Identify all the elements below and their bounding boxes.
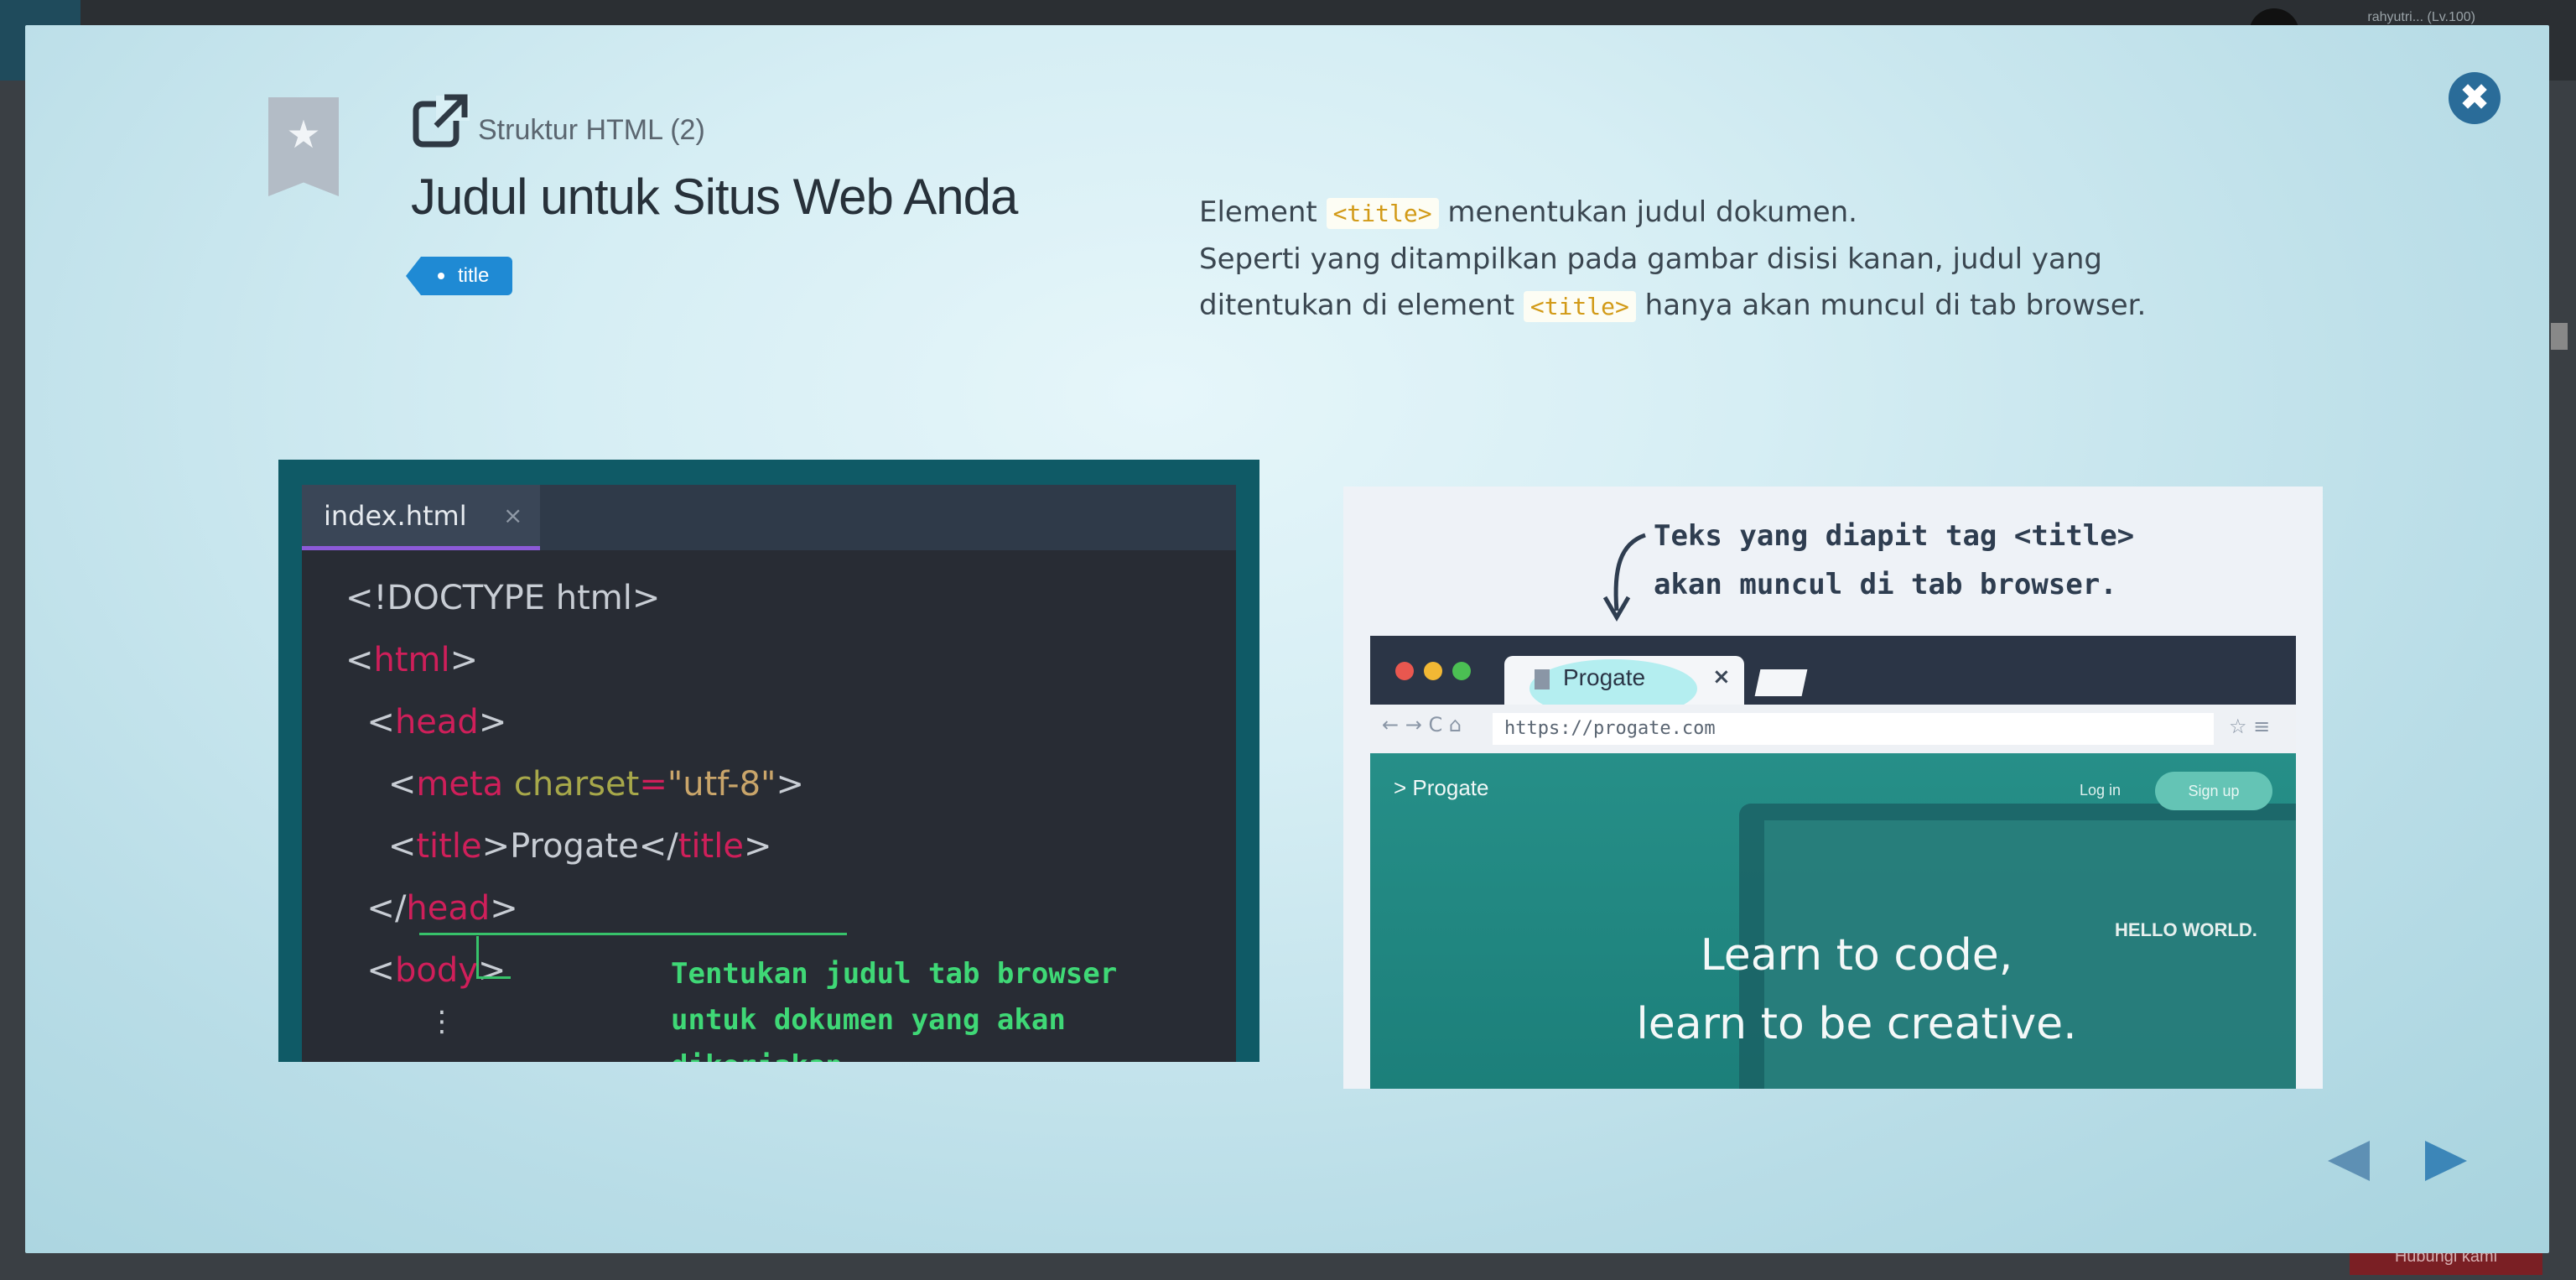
background-scrollbar	[2551, 323, 2568, 350]
code-attr: charset	[513, 765, 640, 804]
code-tag: meta	[416, 765, 504, 804]
code-tag: head	[406, 889, 491, 928]
browser-annotation: Teks yang diapit tag <title> akan muncul…	[1654, 512, 2134, 609]
page-title: Judul untuk Situs Web Anda	[411, 169, 1018, 225]
lesson-subtitle: Struktur HTML (2)	[478, 114, 705, 146]
annotation-line: akan muncul di tab browser.	[1654, 568, 2117, 601]
description-text: ditentukan di element	[1199, 289, 1515, 322]
title-underline	[419, 933, 847, 935]
url-field: https://progate.com	[1493, 713, 2214, 745]
browser-illustration: Teks yang diapit tag <title> akan muncul…	[1343, 487, 2323, 1089]
browser-window: Progate × ← → C ⌂ https://progate.com ☆ …	[1370, 636, 2296, 1089]
nav-arrows-icon: ← → C ⌂	[1382, 713, 1462, 736]
triangle-right-icon[interactable]	[2422, 1137, 2472, 1184]
code-tag: title	[678, 827, 744, 866]
external-link-icon[interactable]	[411, 92, 470, 151]
code-line-head: <head>	[345, 703, 507, 741]
browser-titlebar: Progate ×	[1370, 636, 2296, 718]
description-line-3: ditentukan di element <title> hanya akan…	[1199, 283, 2256, 330]
code-line-doctype: <!DOCTYPE html>	[345, 567, 804, 629]
code-text: <!DOCTYPE html>	[345, 579, 661, 617]
user-label: rahyutri... (Lv.100)	[2367, 10, 2475, 24]
tag-badge[interactable]: title	[405, 257, 513, 295]
description-line-1: Element <title> menentukan judul dokumen…	[1199, 190, 2256, 237]
site-logo: > Progate	[1394, 775, 1489, 800]
code-tag: body	[394, 951, 478, 990]
file-icon	[1535, 669, 1550, 689]
code-tag: head	[394, 703, 479, 741]
hero-line: Learn to code,	[1700, 930, 2013, 981]
website-preview: HELLO WORLD. > Progate Log in Sign up Le…	[1370, 753, 2296, 1089]
bookmark-button[interactable]: ★	[268, 97, 339, 196]
new-tab	[1754, 669, 1808, 696]
star-menu-icons: ☆ ≡	[2229, 715, 2271, 738]
site-signup-button: Sign up	[2155, 772, 2272, 810]
inline-code: <title>	[1523, 291, 1636, 322]
window-minimize-dot	[1424, 662, 1442, 680]
description-line-2: Seperti yang ditampilkan pada gambar dis…	[1199, 242, 2103, 276]
code-tag: title	[416, 827, 482, 866]
code-block: <!DOCTYPE html> <html> <head> <meta char…	[345, 567, 804, 1002]
star-icon: ★	[286, 112, 321, 157]
editor-tab-label: index.html	[324, 500, 467, 532]
editor-tab-bar: index.html ×	[302, 485, 1236, 550]
code-editor: index.html × <!DOCTYPE html> <html> <hea…	[302, 485, 1236, 1062]
code-line-meta: <meta charset="utf-8">	[345, 765, 804, 804]
arrow-icon	[1602, 533, 1646, 622]
inline-code: <title>	[1326, 198, 1439, 229]
close-button[interactable]: ✖	[2449, 72, 2501, 124]
description-text: menentukan judul dokumen.	[1447, 195, 1857, 229]
description-text: hanya akan muncul di tab browser.	[1644, 289, 2147, 322]
browser-tab-label: Progate	[1563, 664, 1646, 690]
browser-url-bar: ← → C ⌂ https://progate.com ☆ ≡	[1370, 705, 2296, 753]
ellipsis-icon: ⋮	[428, 1005, 456, 1038]
editor-tab: index.html ×	[302, 485, 540, 550]
window-close-dot	[1395, 662, 1414, 680]
code-string: "utf-8"	[667, 765, 776, 804]
browser-tab: Progate ×	[1504, 656, 1744, 718]
site-login-link: Log in	[2080, 782, 2122, 799]
slide-modal: ★ Struktur HTML (2) Judul untuk Situs We…	[25, 25, 2549, 1253]
lesson-description: Element <title> menentukan judul dokumen…	[1199, 190, 2256, 330]
annotation-line: Teks yang diapit tag <title>	[1654, 519, 2135, 553]
code-line-html: <html>	[345, 641, 479, 679]
hero-line: learn to be creative.	[1636, 999, 2077, 1049]
code-line-title: <title>Progate</title>	[345, 827, 772, 866]
annotation-connector	[476, 936, 511, 979]
window-maximize-dot	[1452, 662, 1471, 680]
description-text: Element	[1199, 195, 1317, 229]
hero-text: Learn to code, learn to be creative.	[1571, 921, 2142, 1059]
code-editor-illustration: index.html × <!DOCTYPE html> <html> <hea…	[278, 460, 1259, 1062]
triangle-left-icon[interactable]	[2323, 1137, 2373, 1184]
code-line-head-close: </head>	[345, 889, 518, 928]
code-tag: html	[373, 641, 450, 679]
close-icon: ×	[1712, 664, 1731, 689]
editor-annotation: Tentukan judul tab browser untuk dokumen…	[671, 957, 1118, 1062]
close-icon: ×	[503, 502, 523, 529]
